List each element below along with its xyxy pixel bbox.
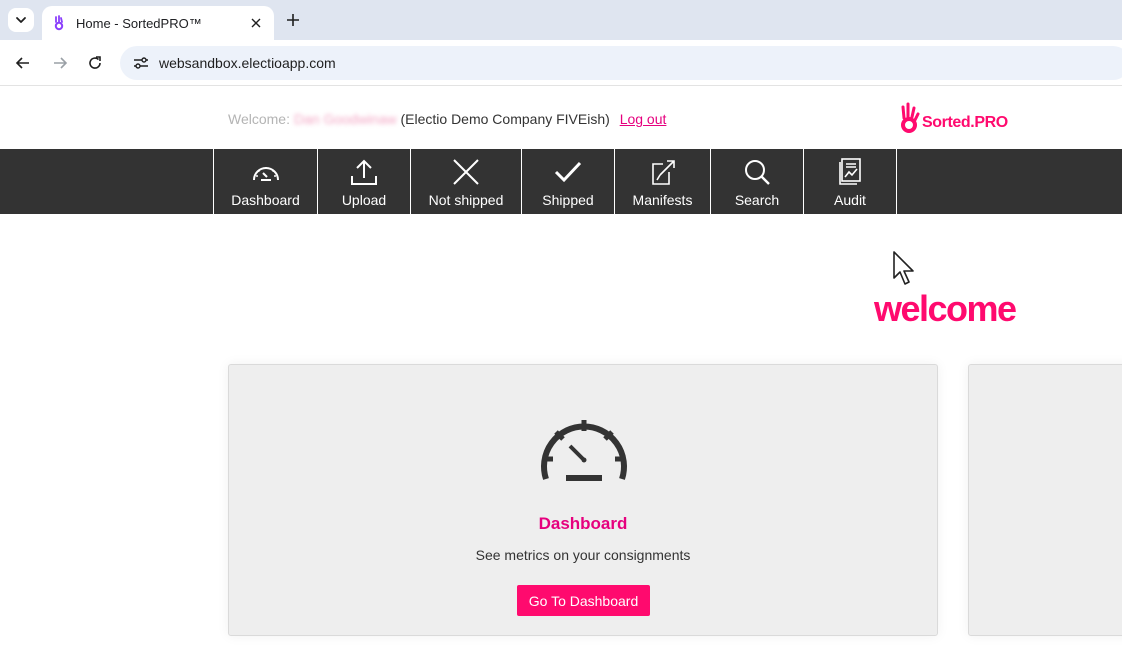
browser-tab-home[interactable]: Home - SortedPRO™ — [42, 6, 274, 40]
manifest-icon — [648, 157, 678, 187]
nav-item-search[interactable]: Search — [711, 149, 804, 214]
address-bar[interactable]: websandbox.electioapp.com — [120, 46, 1122, 80]
site-header: Welcome: Dan Goodwinaw (Electio Demo Com… — [0, 87, 1122, 149]
browser-toolbar: websandbox.electioapp.com — [0, 40, 1122, 86]
sorted-favicon-icon — [52, 15, 66, 31]
go-to-dashboard-button[interactable]: Go To Dashboard — [517, 585, 650, 616]
welcome-heading: welcome — [874, 288, 1017, 329]
reload-icon — [89, 56, 101, 69]
forward-button[interactable] — [48, 51, 72, 75]
nav-label: Shipped — [542, 192, 594, 208]
dashboard-card: Dashboard See metrics on your consignmen… — [228, 364, 938, 636]
browser-tabstrip: Home - SortedPRO™ — [0, 0, 1122, 40]
chevron-down-icon — [16, 17, 26, 23]
tab-title: Home - SortedPRO™ — [76, 15, 202, 31]
site-info-icon[interactable] — [130, 52, 152, 74]
gauge-icon — [541, 420, 627, 481]
card-description: See metrics on your consignments — [475, 547, 691, 563]
nav-item-audit[interactable]: Audit — [804, 149, 897, 214]
nav-item-upload[interactable]: Upload — [318, 149, 411, 214]
card-title: Dashboard — [538, 514, 628, 533]
nav-item-dashboard[interactable]: Dashboard — [214, 149, 318, 214]
upload-icon — [349, 157, 379, 187]
nav-item-not-shipped[interactable]: Not shipped — [411, 149, 522, 214]
username: Dan Goodwinaw — [293, 111, 397, 127]
nav-label: Upload — [341, 192, 387, 208]
search-icon — [742, 157, 772, 187]
welcome-label: Welcome: — [228, 111, 290, 127]
arrow-right-icon — [54, 57, 68, 69]
audit-icon — [835, 157, 865, 187]
mouse-cursor-icon — [893, 251, 914, 285]
logout-link[interactable]: Log out — [620, 111, 667, 127]
x-icon — [451, 157, 481, 187]
nav-item-shipped[interactable]: Shipped — [522, 149, 615, 214]
tab-search-button[interactable] — [8, 8, 34, 32]
nav-label: Search — [734, 192, 780, 208]
nav-label: Dashboard — [231, 192, 300, 208]
nav-label: Manifests — [632, 192, 693, 208]
nav-item-manifests[interactable]: Manifests — [615, 149, 711, 214]
new-tab-button[interactable] — [282, 9, 304, 31]
brand-name: Sorted.PRO — [922, 114, 1008, 131]
check-icon — [553, 157, 583, 187]
close-tab-icon[interactable] — [246, 13, 266, 33]
brand-logo[interactable]: Sorted.PRO — [900, 101, 1008, 135]
plus-icon — [287, 14, 299, 26]
reload-button[interactable] — [83, 51, 107, 75]
nav-label: Audit — [834, 192, 866, 208]
gauge-icon — [251, 157, 281, 187]
sorted-hand-icon — [901, 102, 920, 133]
company-name: (Electio Demo Company FIVEish) — [400, 111, 610, 127]
back-button[interactable] — [11, 51, 35, 75]
next-card — [968, 364, 1122, 636]
nav-label: Not shipped — [428, 192, 504, 208]
main-nav: Dashboard Upload Not shipped Shipped Man… — [0, 149, 1122, 214]
url-text: websandbox.electioapp.com — [159, 55, 336, 71]
arrow-left-icon — [15, 57, 29, 69]
welcome-line: Welcome: Dan Goodwinaw (Electio Demo Com… — [228, 111, 666, 127]
